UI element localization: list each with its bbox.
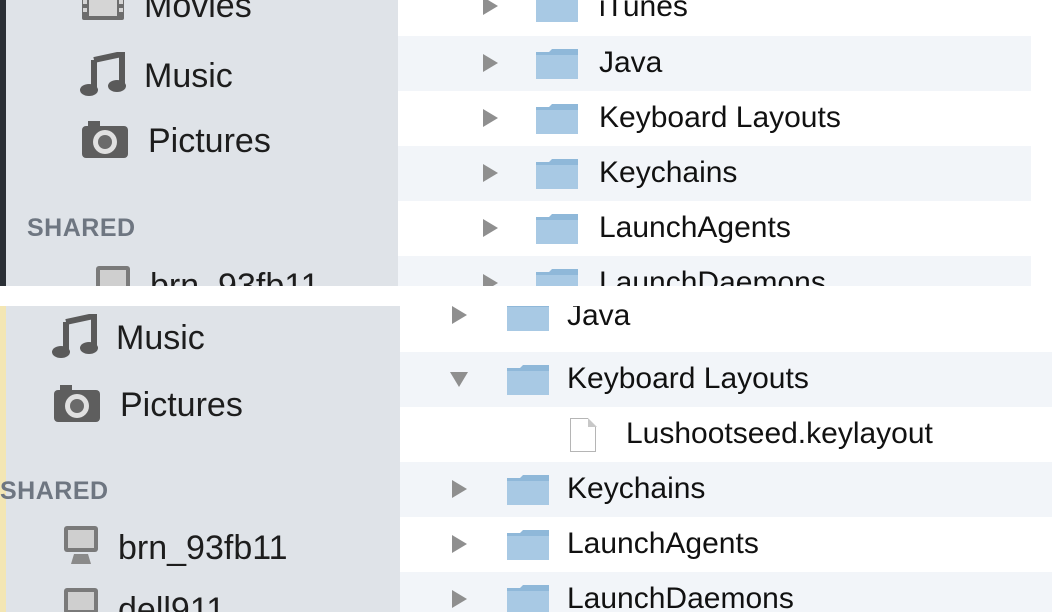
- file-name: Keychains: [567, 472, 706, 505]
- file-row[interactable]: Java: [400, 306, 1052, 345]
- file-row[interactable]: Keychains: [398, 146, 1031, 201]
- sidebar-item-pictures[interactable]: Pictures: [52, 382, 243, 429]
- file-list: iTunes Java Keyboard Layouts Keychains L…: [398, 0, 1031, 286]
- disclosure-triangle-icon[interactable]: [452, 590, 467, 608]
- folder-icon: [506, 474, 550, 506]
- disclosure-triangle-icon[interactable]: [483, 274, 498, 286]
- folder-icon: [535, 48, 579, 80]
- sidebar: Music Pictures SHARED brn_93fb11 dell911: [0, 306, 400, 612]
- sidebar-item-music[interactable]: Music: [52, 312, 205, 363]
- folder-icon: [506, 364, 550, 396]
- file-row[interactable]: LaunchAgents: [398, 201, 1031, 256]
- folder-icon: [506, 306, 550, 332]
- file-list: Java Keyboard Layouts Lushootseed.keylay…: [400, 306, 1052, 612]
- file-row[interactable]: iTunes: [398, 0, 1031, 36]
- disclosure-triangle-icon[interactable]: [483, 54, 498, 72]
- file-row[interactable]: Keychains: [400, 462, 1052, 517]
- shared-section-header: SHARED: [27, 214, 136, 242]
- sidebar-item-label: Music: [144, 57, 233, 95]
- file-name: Keyboard Layouts: [567, 362, 809, 395]
- disclosure-triangle-icon[interactable]: [483, 164, 498, 182]
- file-row[interactable]: Keyboard Layouts: [400, 352, 1052, 407]
- camera-icon: [80, 118, 130, 165]
- folder-icon: [506, 584, 550, 612]
- sidebar-item-label: Pictures: [148, 122, 271, 160]
- sidebar-item-label: Movies: [144, 0, 252, 25]
- sidebar-item-dell911[interactable]: dell911: [62, 586, 225, 612]
- disclosure-triangle-icon[interactable]: [452, 480, 467, 498]
- file-row[interactable]: Java: [398, 36, 1031, 91]
- sidebar-item-pictures[interactable]: Pictures: [80, 118, 271, 165]
- disclosure-triangle-icon[interactable]: [483, 109, 498, 127]
- film-icon: [80, 0, 126, 29]
- sidebar-item-label: Pictures: [120, 386, 243, 424]
- finder-panel-bottom: Music Pictures SHARED brn_93fb11 dell911: [0, 306, 1052, 612]
- sidebar-edge: [0, 306, 6, 612]
- file-row[interactable]: Lushootseed.keylayout: [400, 407, 1052, 462]
- file-name: LaunchDaemons: [567, 582, 794, 612]
- computer-icon: [62, 586, 100, 612]
- file-name: LaunchAgents: [567, 527, 759, 560]
- sidebar-item-label: dell911: [118, 591, 226, 612]
- file-row[interactable]: LaunchDaemons: [398, 256, 1031, 286]
- file-row[interactable]: LaunchDaemons: [400, 572, 1052, 612]
- finder-panel-top: Movies Music Pictures SHARED brn_93fb11: [0, 0, 1052, 286]
- file-name: Java: [567, 306, 631, 332]
- disclosure-triangle-expanded-icon[interactable]: [450, 372, 468, 387]
- file-name: LaunchDaemons: [599, 266, 826, 286]
- disclosure-triangle-icon[interactable]: [483, 0, 498, 15]
- disclosure-triangle-icon[interactable]: [452, 535, 467, 553]
- disclosure-triangle-icon[interactable]: [483, 219, 498, 237]
- folder-icon: [535, 0, 579, 23]
- sidebar-item-brn-93fb11[interactable]: brn_93fb11: [62, 524, 288, 573]
- sidebar-item-label: brn_93fb11: [118, 529, 288, 567]
- camera-icon: [52, 382, 102, 429]
- folder-icon: [506, 529, 550, 561]
- file-name: iTunes: [599, 0, 688, 23]
- panel-separator: [0, 286, 1052, 306]
- document-icon: [570, 417, 597, 452]
- sidebar-item-label: brn_93fb11: [150, 267, 320, 286]
- file-name: Keyboard Layouts: [599, 101, 841, 134]
- file-name: Keychains: [599, 156, 738, 189]
- music-note-icon: [80, 50, 126, 101]
- sidebar-item-brn-93fb11[interactable]: brn_93fb11: [94, 264, 320, 286]
- computer-icon: [94, 264, 132, 286]
- folder-icon: [535, 268, 579, 286]
- folder-icon: [535, 158, 579, 190]
- computer-icon: [62, 524, 100, 573]
- file-row[interactable]: LaunchAgents: [400, 517, 1052, 572]
- folder-icon: [535, 213, 579, 245]
- sidebar-edge: [0, 0, 6, 286]
- file-name: Lushootseed.keylayout: [626, 417, 933, 450]
- sidebar: Movies Music Pictures SHARED brn_93fb11: [0, 0, 398, 286]
- music-note-icon: [52, 312, 98, 363]
- sidebar-item-label: Music: [116, 319, 205, 357]
- sidebar-item-music[interactable]: Music: [80, 50, 233, 101]
- file-row[interactable]: Keyboard Layouts: [398, 91, 1031, 146]
- disclosure-triangle-icon[interactable]: [452, 306, 467, 324]
- folder-icon: [535, 103, 579, 135]
- file-name: LaunchAgents: [599, 211, 791, 244]
- sidebar-item-movies[interactable]: Movies: [80, 0, 252, 29]
- file-name: Java: [599, 46, 663, 79]
- shared-section-header: SHARED: [0, 477, 109, 505]
